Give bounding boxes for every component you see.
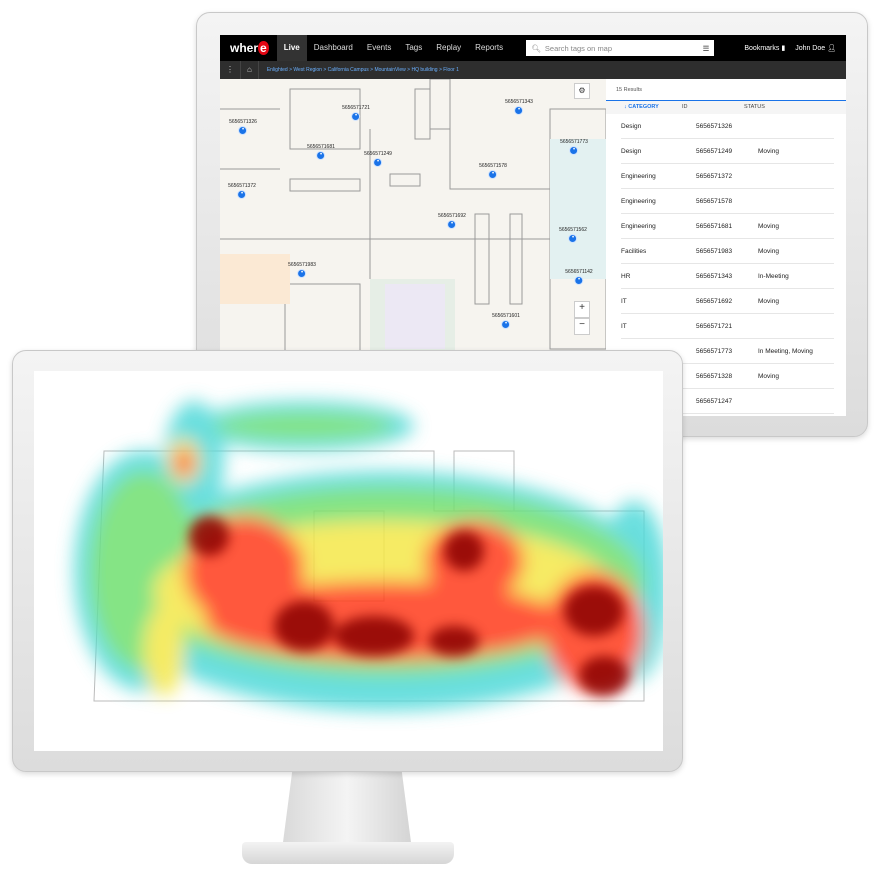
more-vert-icon[interactable]: ⋮ [220, 61, 241, 79]
person-icon: • [373, 158, 383, 167]
column-id[interactable]: ID [682, 101, 744, 114]
tab-tags[interactable]: Tags [398, 35, 429, 61]
tag-marker[interactable]: 5656571773 • [560, 139, 588, 155]
tag-marker[interactable]: 5656571343 • [505, 99, 533, 115]
zoom-in-button[interactable]: + [574, 301, 590, 318]
person-icon: • [574, 276, 584, 285]
tag-marker[interactable]: 5656571692 • [438, 213, 466, 229]
tag-marker[interactable]: 5656571249 • [364, 151, 392, 167]
tag-marker[interactable]: 5656571562 • [559, 227, 587, 243]
home-icon[interactable]: ⌂ [241, 61, 259, 79]
logo: wher e [230, 41, 269, 55]
zoom-out-button[interactable]: − [574, 318, 590, 335]
column-status[interactable]: STATUS [744, 101, 846, 114]
tab-live[interactable]: Live [276, 35, 307, 61]
breadcrumb-bar: ⋮ ⌂ Enlighted > West Region > California… [220, 61, 846, 79]
tag-marker[interactable]: 5656571326 • [229, 119, 257, 135]
person-icon: • [351, 112, 361, 121]
tag-marker[interactable]: 5656571983 • [288, 262, 316, 278]
monitor-base [242, 842, 454, 864]
table-row[interactable]: HR 5656571343 In-Meeting [621, 264, 834, 289]
table-row[interactable]: Design 5656571249 Moving [621, 139, 834, 164]
person-icon: • [488, 170, 498, 179]
tab-dashboard[interactable]: Dashboard [307, 35, 360, 61]
tag-marker[interactable]: 5656571142 • [565, 269, 593, 285]
person-icon: • [501, 320, 511, 329]
top-nav: wher e Live Dashboard Events Tags Replay Repor… [220, 35, 846, 61]
table-row[interactable]: IT 5656571721 [621, 314, 834, 339]
person-icon: • [237, 190, 247, 199]
tag-marker[interactable]: 5656571721 • [342, 105, 370, 121]
tab-replay[interactable]: Replay [429, 35, 468, 61]
table-row[interactable]: IT 5656571692 Moving [621, 289, 834, 314]
table-row[interactable]: Facilities 5656571983 Moving [621, 239, 834, 264]
filter-list-icon[interactable]: ☰ [703, 44, 710, 53]
person-icon: • [568, 234, 578, 243]
user-menu[interactable]: John Doe 👤︎ [795, 44, 836, 52]
table-row[interactable]: Engineering 5656571372 [621, 164, 834, 189]
person-icon: • [297, 269, 307, 278]
tag-marker[interactable]: 5656571578 • [479, 163, 507, 179]
search-input[interactable]: 🔍︎ Search tags on map ☰ [526, 40, 715, 56]
breadcrumb[interactable]: Enlighted > West Region > California Cam… [259, 67, 459, 73]
person-icon: • [569, 146, 579, 155]
results-count: 15 Results [606, 79, 846, 101]
monitor-stand [282, 770, 412, 850]
occupancy-heatmap [74, 401, 663, 711]
table-row[interactable]: Engineering 5656571681 Moving [621, 214, 834, 239]
table-row[interactable]: Design 5656571326 [621, 114, 834, 139]
person-icon: • [447, 220, 457, 229]
tag-marker[interactable]: 5656571681 • [307, 144, 335, 160]
search-icon: 🔍︎ [531, 43, 541, 53]
heatmap-screen [34, 371, 663, 751]
table-row[interactable]: Engineering 5656571578 [621, 189, 834, 214]
table-header: ↓ CATEGORY ID STATUS [606, 101, 846, 114]
tag-marker[interactable]: 5656571372 • [228, 183, 256, 199]
person-icon: • [316, 151, 326, 160]
person-icon: • [238, 126, 248, 135]
person-icon: • [514, 106, 524, 115]
bookmarks-button[interactable]: Bookmarks ▮ [744, 44, 785, 52]
tab-reports[interactable]: Reports [468, 35, 510, 61]
front-monitor [12, 350, 683, 772]
map-filter-button[interactable]: ⚙︎ [574, 83, 590, 99]
tab-events[interactable]: Events [360, 35, 398, 61]
tag-marker[interactable]: 5656571601 • [492, 313, 520, 329]
column-category[interactable]: ↓ CATEGORY [606, 101, 682, 114]
